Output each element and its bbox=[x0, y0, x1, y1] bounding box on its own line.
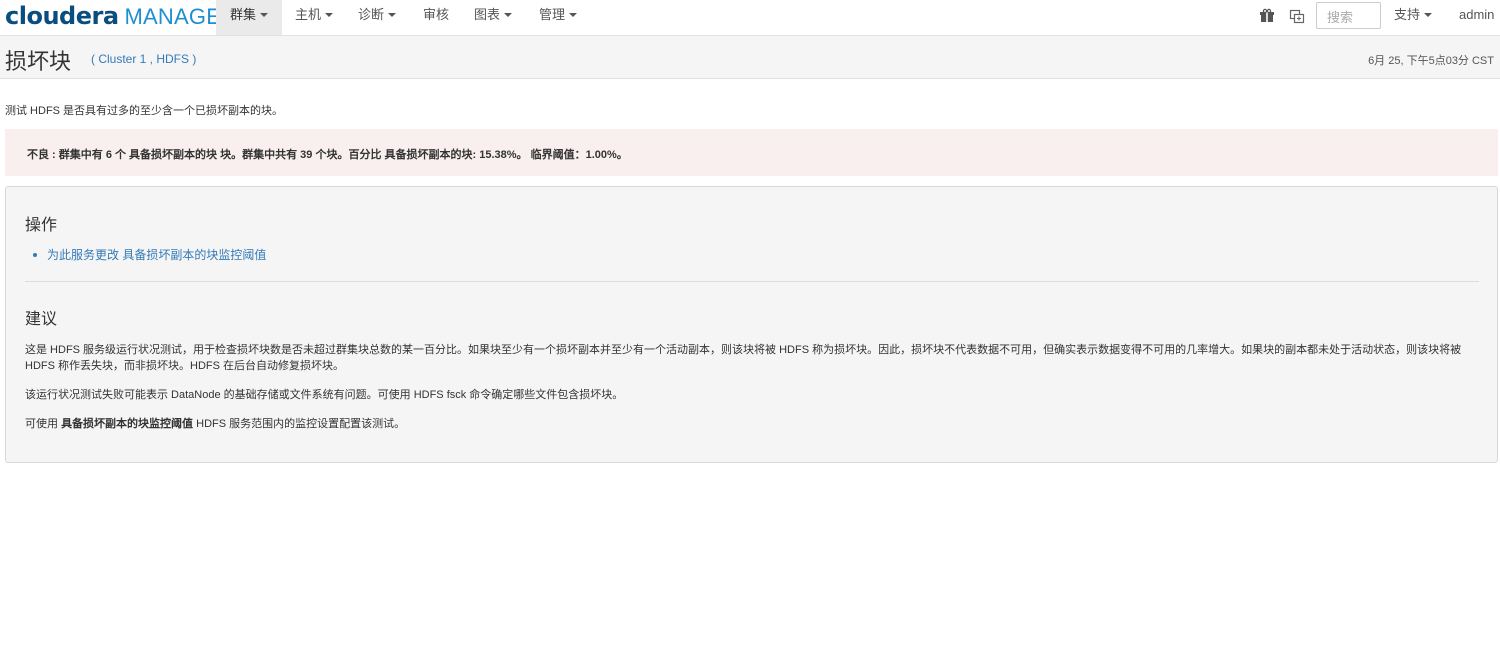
advice-paragraph-3: 可使用 具备损坏副本的块监控阈值 HDFS 服务范围内的监控设置配置该测试。 bbox=[25, 416, 1485, 432]
actions-heading: 操作 bbox=[25, 217, 58, 234]
user-menu[interactable]: admin bbox=[1445, 0, 1500, 47]
nav-diagnostics-label: 诊断 bbox=[358, 7, 385, 22]
nav-audits-link[interactable]: 审核 bbox=[409, 0, 463, 35]
nav-hosts-label: 主机 bbox=[295, 7, 322, 22]
nav-clusters-label: 群集 bbox=[230, 7, 257, 22]
parcel-icon[interactable] bbox=[1289, 8, 1305, 24]
page-timestamp[interactable]: 6月 25, 下午5点03分 CST bbox=[1368, 52, 1494, 68]
chevron-down-icon bbox=[388, 13, 397, 17]
advice-paragraph-1: 这是 HDFS 服务级运行状况测试，用于检查损坏块数是否未超过群集块总数的某一百… bbox=[25, 344, 1462, 372]
support-menu[interactable]: 支持 bbox=[1380, 0, 1446, 35]
support-label: 支持 bbox=[1394, 7, 1421, 22]
test-description: 测试 HDFS 是否具有过多的至少含一个已损坏副本的块。 bbox=[5, 105, 284, 117]
divider bbox=[25, 281, 1479, 282]
chevron-down-icon bbox=[1424, 13, 1433, 17]
alert-message: 不良 : 群集中有 6 个 具备损坏副本的块 块。群集中共有 39 个块。百分比… bbox=[27, 149, 628, 161]
chevron-down-icon bbox=[504, 13, 513, 17]
top-navbar: cloudera MANAGER 群集 主机 诊断 审核 图表 管理 搜索 支持… bbox=[0, 0, 1500, 47]
nav-charts-label: 图表 bbox=[474, 7, 501, 22]
nav-admin-menu[interactable]: 管理 bbox=[525, 0, 591, 35]
advice-p3-suffix: HDFS 服务范围内的监控设置配置该测试。 bbox=[196, 418, 406, 430]
nav-diagnostics-menu[interactable]: 诊断 bbox=[344, 0, 410, 35]
advice-paragraph-2: 该运行状况测试失败可能表示 DataNode 的基础存储或文件系统有问题。可使用… bbox=[25, 389, 624, 401]
chevron-down-icon bbox=[569, 13, 578, 17]
logo-brand: cloudera bbox=[5, 2, 119, 30]
details-panel: 操作 为此服务更改 具备损坏副本的块监控阈值 建议 这是 HDFS 服务级运行状… bbox=[5, 186, 1498, 463]
page-title: 损坏块 bbox=[5, 49, 72, 74]
context-link[interactable]: ( Cluster 1 , HDFS ) bbox=[91, 52, 196, 66]
nav-admin-label: 管理 bbox=[539, 7, 566, 22]
health-alert: 不良 : 群集中有 6 个 具备损坏副本的块 块。群集中共有 39 个块。百分比… bbox=[5, 129, 1498, 176]
search-input[interactable]: 搜索 bbox=[1316, 2, 1381, 29]
advice-heading: 建议 bbox=[25, 311, 58, 328]
cloudera-manager-logo[interactable]: cloudera MANAGER bbox=[5, 2, 237, 30]
advice-p3-prefix: 可使用 bbox=[25, 418, 58, 430]
nav-clusters-menu[interactable]: 群集 bbox=[216, 0, 283, 35]
nav-charts-menu[interactable]: 图表 bbox=[460, 0, 526, 35]
nav-hosts-menu[interactable]: 主机 bbox=[281, 0, 347, 35]
user-label: admin bbox=[1459, 7, 1495, 22]
gift-icon[interactable] bbox=[1259, 8, 1275, 24]
threshold-setting-name: 具备损坏副本的块监控阈值 bbox=[61, 418, 194, 430]
change-threshold-link[interactable]: 为此服务更改 具备损坏副本的块监控阈值 bbox=[47, 246, 266, 263]
nav-audits-label: 审核 bbox=[423, 7, 450, 22]
chevron-down-icon bbox=[260, 13, 269, 17]
page-header: 损坏块 ( Cluster 1 , HDFS ) 6月 25, 下午5点03分 … bbox=[0, 35, 1500, 79]
chevron-down-icon bbox=[325, 13, 334, 17]
bullet-icon bbox=[33, 253, 37, 257]
